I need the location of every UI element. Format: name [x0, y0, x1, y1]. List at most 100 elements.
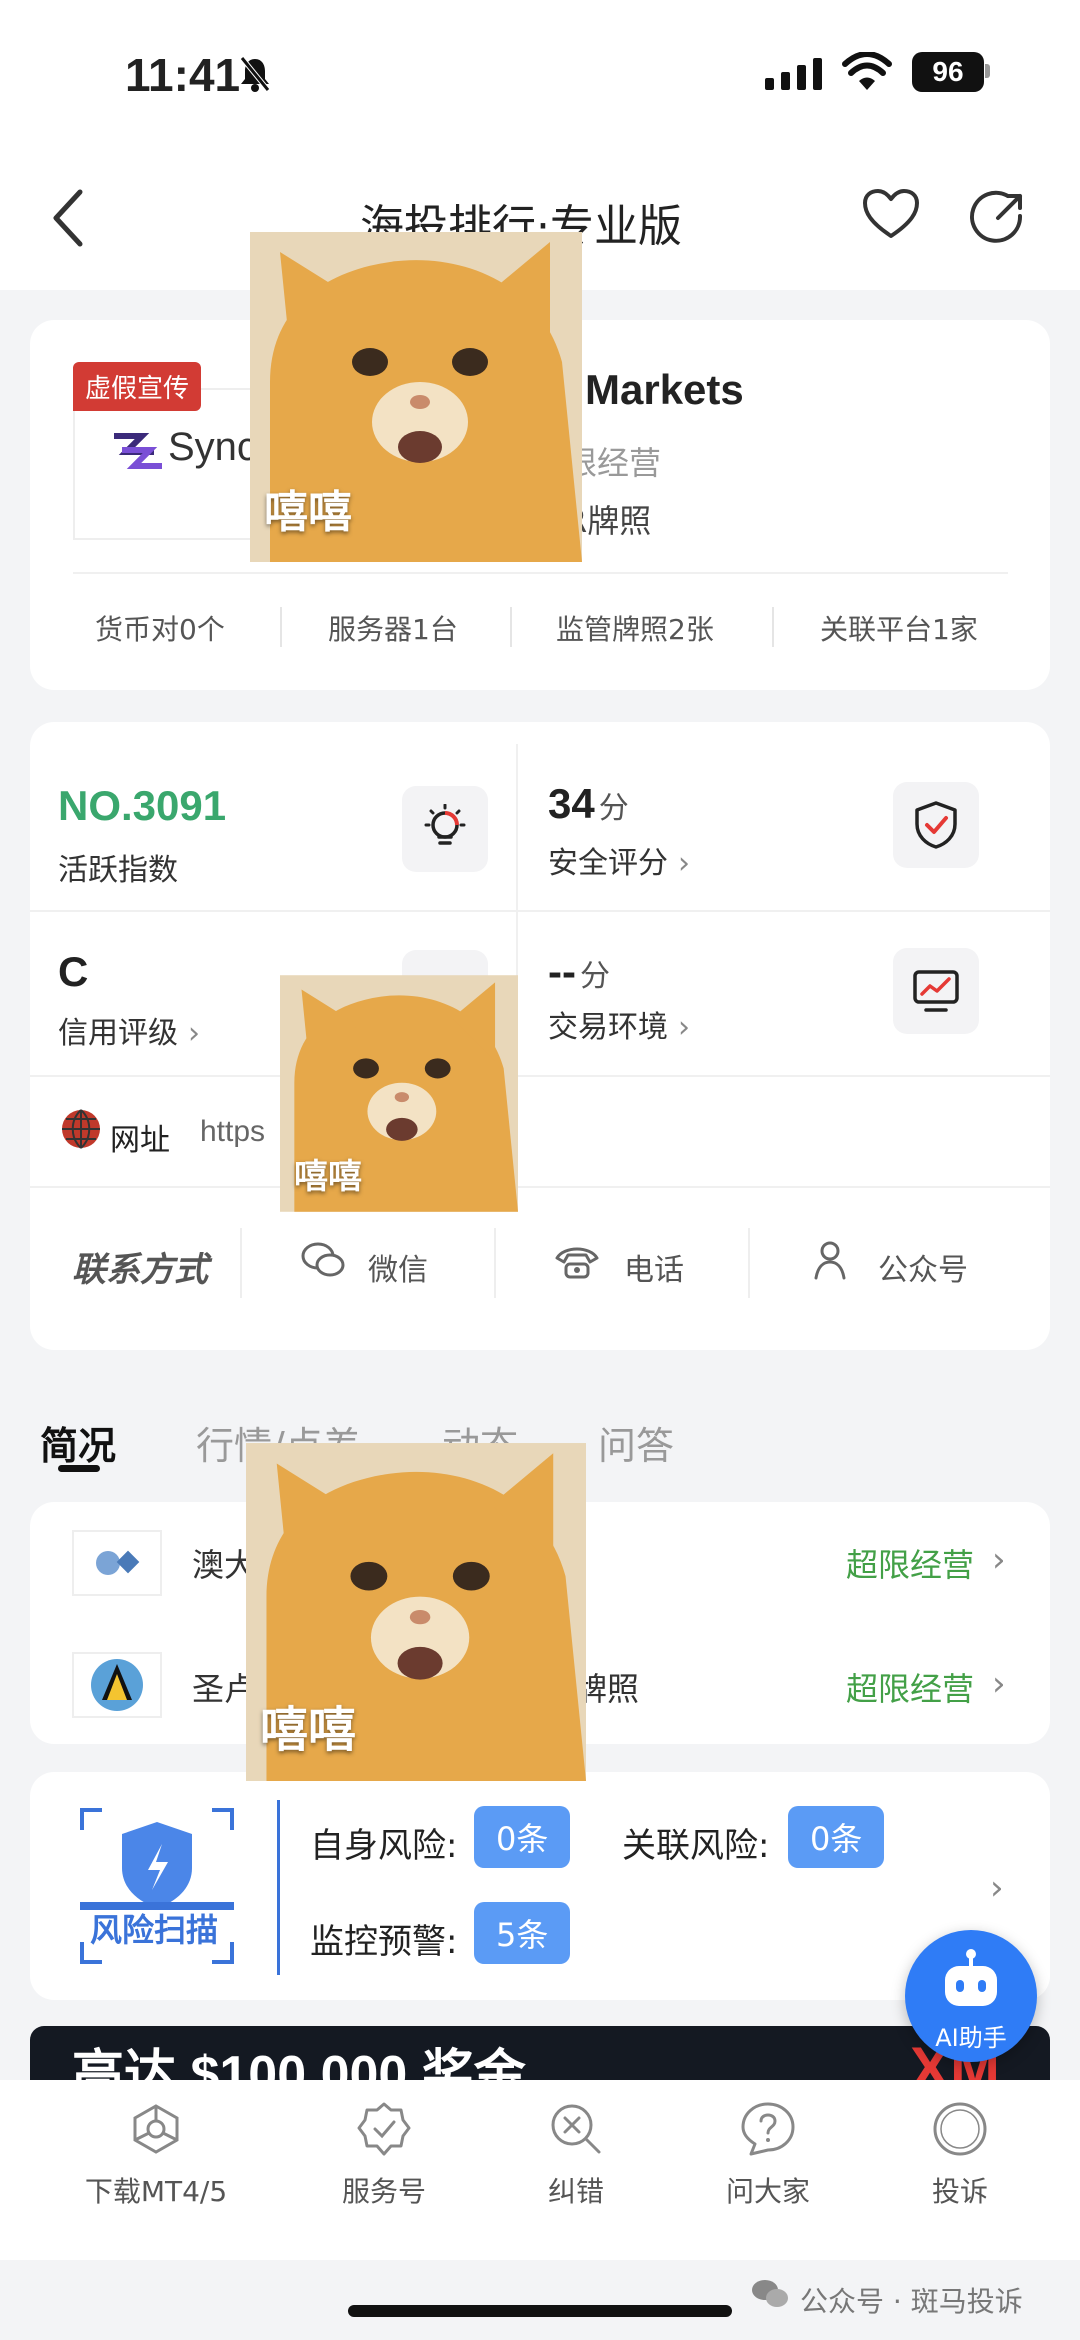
nav-ask-everyone[interactable]: 问大家 [668, 2100, 868, 2210]
active-tab-underline [58, 1465, 100, 1472]
monitor-warning-count: 5条 [474, 1902, 571, 1964]
robot-icon [945, 1949, 997, 2006]
tab-overview[interactable]: 简况 [40, 1415, 116, 1470]
false-advertising-tag: 虚假宣传 [73, 362, 202, 411]
chevron-right-icon: › [188, 1016, 200, 1051]
nav-label: 下载MT4/5 [84, 2175, 228, 2208]
battery-tip [985, 64, 990, 78]
magnifier-x-icon [551, 2104, 601, 2154]
lightbulb-tile [402, 786, 488, 872]
chevron-right-icon: › [992, 1540, 1006, 1580]
contact-official-account[interactable]: 公众号 [878, 1245, 968, 1289]
stat-currency-pairs[interactable]: 货币对0个 [95, 608, 225, 648]
broker-logo-text: Sync [168, 425, 257, 469]
battery-indicator: 96 [912, 52, 984, 92]
person-icon [812, 1240, 848, 1284]
safety-score: 34 分 [548, 780, 629, 828]
cellular-signal-icon [765, 58, 823, 94]
stat-servers[interactable]: 服务器1台 [328, 608, 458, 648]
nav-service-account[interactable]: 服务号 [284, 2100, 484, 2210]
divider [240, 1228, 242, 1298]
regulator-status[interactable]: 超限经营 [846, 1664, 974, 1710]
shield-tile [893, 782, 979, 868]
nav-label: 纠错 [547, 2175, 604, 2208]
ai-assistant-button[interactable]: AI助手 [905, 1930, 1037, 2062]
monitor-warning-label: 监控预警: [310, 1922, 458, 1962]
credit-rating: C [58, 948, 89, 995]
home-indicator[interactable] [348, 2305, 732, 2317]
question-bubble-icon [741, 2102, 795, 2156]
divider [30, 1075, 1050, 1077]
cat-meme-overlay: 嘻嘻 [250, 232, 582, 562]
contact-label: 联系方式 [72, 1250, 208, 1290]
divider [748, 1228, 750, 1298]
telephone-icon [554, 1244, 600, 1284]
chevron-right-icon: › [990, 1868, 1004, 1908]
regulator-logo-saint-lucia [72, 1652, 162, 1718]
regulator-status[interactable]: 超限经营 [846, 1540, 974, 1586]
share-icon[interactable] [968, 188, 1026, 250]
risk-scan-badge: 风险扫描 [90, 1911, 219, 1949]
cat-caption: 嘻嘻 [294, 1157, 362, 1197]
contact-phone[interactable]: 电话 [624, 1245, 684, 1289]
nav-report-error[interactable]: 纠错 [476, 2100, 676, 2210]
watermark-text: 公众号 · 斑马投诉 [800, 2285, 1023, 2318]
safety-score-value: 34 [548, 780, 595, 827]
mt4-icon [133, 2104, 179, 2154]
complaint-seal-icon [933, 2102, 987, 2156]
credit-rating-label: 信用评级 [58, 1016, 178, 1051]
divider [277, 1800, 280, 1975]
contact-wechat[interactable]: 微信 [368, 1245, 428, 1289]
cat-meme-overlay: 嘻嘻 [280, 975, 518, 1212]
stat-licenses[interactable]: 监管牌照2张 [556, 608, 714, 648]
nav-label: 投诉 [931, 2175, 988, 2208]
monitor-chart-tile [893, 948, 979, 1034]
status-time: 11:41 [125, 49, 241, 101]
nav-label: 问大家 [725, 2175, 810, 2208]
favorite-heart-icon[interactable] [862, 188, 920, 244]
cat-caption: 嘻嘻 [260, 1702, 357, 1758]
self-risk-count: 0条 [474, 1806, 571, 1868]
broker-logo-icon [112, 428, 164, 478]
related-risk-label: 关联风险: [622, 1826, 770, 1866]
lightbulb-icon [424, 804, 466, 845]
wechat-icon [300, 1240, 346, 1284]
mute-bell-icon [238, 56, 272, 96]
wifi-icon [842, 51, 892, 96]
chevron-right-icon: › [992, 1664, 1006, 1704]
activity-rank: NO.3091 [58, 782, 227, 829]
activity-index-label: 活跃指数 [58, 853, 178, 888]
self-risk-label: 自身风险: [310, 1826, 458, 1866]
chevron-right-icon: › [678, 846, 690, 881]
broker-name: Markets [585, 366, 744, 413]
stat-related-platforms[interactable]: 关联平台1家 [820, 608, 978, 648]
related-risk-count: 0条 [788, 1806, 885, 1868]
divider [30, 910, 1050, 912]
trade-environment-label: 交易环境 [548, 1010, 668, 1045]
divider [73, 572, 1008, 574]
tab-qa[interactable]: 问答 [598, 1415, 674, 1470]
regulator-logo-australia [72, 1530, 162, 1596]
trade-environment-link[interactable]: 交易环境 › [548, 1002, 690, 1046]
divider [30, 1186, 1050, 1188]
score-unit: 分 [598, 792, 629, 825]
shield-check-icon [915, 801, 957, 849]
divider [510, 607, 512, 647]
nav-download-mt4[interactable]: 下载MT4/5 [56, 2100, 256, 2210]
website-label: 网址 [110, 1123, 170, 1158]
score-unit: 分 [579, 960, 610, 993]
divider [494, 1228, 496, 1298]
divider [280, 607, 282, 647]
safety-score-label: 安全评分 [548, 846, 668, 881]
trade-env-value: -- [548, 948, 576, 995]
safety-score-link[interactable]: 安全评分 › [548, 838, 690, 882]
trade-environment-score: -- 分 [548, 948, 610, 996]
credit-rating-link[interactable]: 信用评级 › [58, 1008, 200, 1052]
website-url[interactable]: https [200, 1115, 265, 1149]
nav-label: 服务号 [341, 2175, 426, 2208]
chevron-right-icon: › [678, 1010, 690, 1045]
nav-complaint[interactable]: 投诉 [860, 2100, 1060, 2210]
back-chevron-icon[interactable] [50, 188, 86, 252]
divider [772, 607, 774, 647]
badge-check-icon [357, 2102, 411, 2156]
